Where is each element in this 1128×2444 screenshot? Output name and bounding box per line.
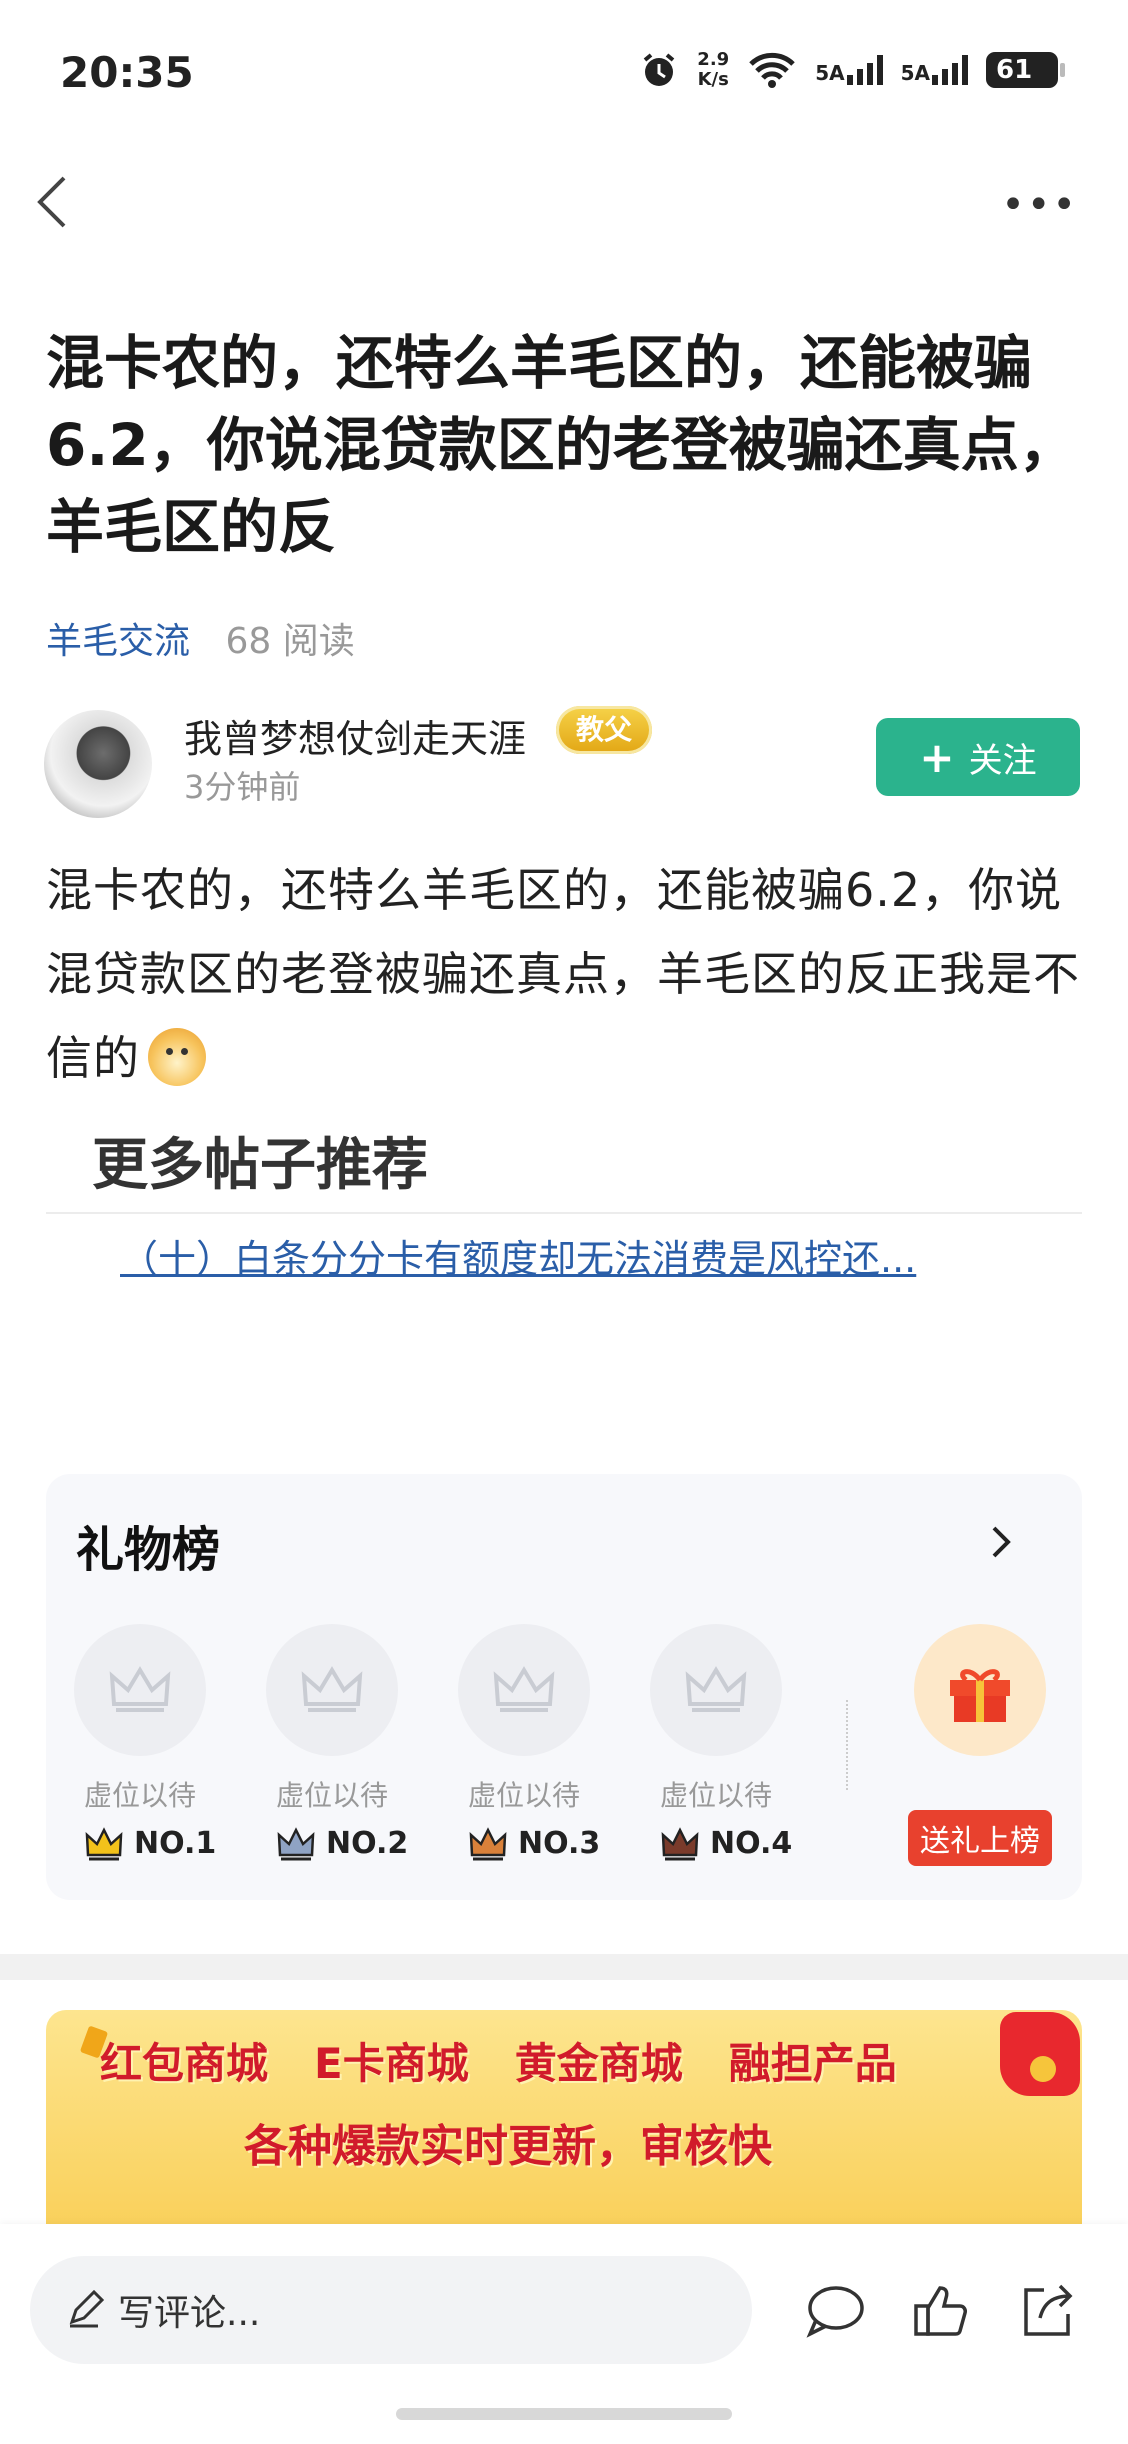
rank-label: NO.1 xyxy=(84,1826,216,1861)
read-count: 68 阅读 xyxy=(225,621,355,662)
crown-icon xyxy=(301,1666,363,1712)
gift-button[interactable] xyxy=(914,1624,1046,1756)
gift-slot[interactable]: 虚位以待 xyxy=(458,1624,590,1814)
signal-icon: 5A xyxy=(901,55,968,85)
comment-icon[interactable] xyxy=(804,2280,866,2342)
banner-item: 黄金商城 xyxy=(514,2039,683,2088)
rank-crown-icon xyxy=(661,1826,699,1860)
empty-slot-avatar xyxy=(650,1624,782,1756)
post-meta: 羊毛交流 68 阅读 xyxy=(46,612,355,664)
crown-icon xyxy=(109,1666,171,1712)
section-separator xyxy=(0,1954,1128,1980)
gift-slot[interactable]: 虚位以待 xyxy=(74,1624,206,1814)
slot-placeholder: 虚位以待 xyxy=(83,1779,196,1812)
mascot-icon xyxy=(1000,2012,1080,2096)
banner-item: 融担产品 xyxy=(728,2039,897,2088)
empty-slot-avatar xyxy=(266,1624,398,1756)
post-time: 3分钟前 xyxy=(184,768,301,806)
battery-icon: 61 xyxy=(986,52,1065,88)
follow-button[interactable]: + 关注 xyxy=(876,718,1080,796)
rank-crown-icon xyxy=(469,1826,507,1860)
wifi-icon xyxy=(749,52,795,88)
author-name[interactable]: 我曾梦想仗剑走天涯 xyxy=(184,708,544,763)
like-icon[interactable] xyxy=(910,2280,972,2342)
banner-item: 红包商城 xyxy=(100,2039,269,2088)
divider xyxy=(46,1212,1082,1214)
gift-icon xyxy=(950,1669,1010,1722)
net-speed: 2.9 K/s xyxy=(697,49,730,90)
crown-icon xyxy=(493,1666,555,1712)
recommend-link[interactable]: （十）白条分分卡有额度却无法消费是风控还... xyxy=(120,1228,1020,1283)
share-icon[interactable] xyxy=(1016,2280,1078,2342)
chevron-right-icon[interactable] xyxy=(986,1522,1016,1562)
crown-icon xyxy=(685,1666,747,1712)
rank-label: NO.4 xyxy=(660,1826,792,1861)
rank-label: NO.2 xyxy=(276,1826,408,1861)
post-title: 混卡农的，还特么羊毛区的，还能被骗6.2，你说混贷款区的老登被骗还真点，羊毛区的… xyxy=(46,329,1077,561)
plus-icon: + xyxy=(919,732,955,782)
rank-crown-icon xyxy=(277,1826,315,1860)
gift-slot[interactable]: 虚位以待 xyxy=(266,1624,398,1814)
post-body: 混卡农的，还特么羊毛区的，还能被骗6.2，你说混贷款区的老登被骗还真点，羊毛区的… xyxy=(46,863,1080,1086)
separator xyxy=(846,1700,850,1790)
slot-placeholder: 虚位以待 xyxy=(275,1779,388,1812)
slot-placeholder: 虚位以待 xyxy=(659,1779,772,1812)
rank-label: NO.3 xyxy=(468,1826,600,1861)
category-link[interactable]: 羊毛交流 xyxy=(46,621,190,662)
back-icon[interactable] xyxy=(28,172,78,232)
home-indicator[interactable] xyxy=(396,2408,732,2420)
banner-subtitle: 各种爆款实时更新，审核快 xyxy=(244,2121,772,2172)
send-gift-button[interactable]: 送礼上榜 xyxy=(908,1810,1052,1866)
slot-placeholder: 虚位以待 xyxy=(467,1779,580,1812)
status-time: 20:35 xyxy=(60,48,194,97)
comment-input[interactable]: 写评论... xyxy=(30,2256,752,2364)
more-icon[interactable]: ••• xyxy=(1001,185,1078,225)
author-badge: 教父 xyxy=(556,706,653,754)
pen-icon xyxy=(69,2290,104,2328)
dog-emoji-icon xyxy=(148,1028,206,1086)
recommend-title: 更多帖子推荐 xyxy=(92,1133,428,1198)
gift-slot[interactable]: 虚位以待 xyxy=(650,1624,782,1814)
empty-slot-avatar xyxy=(74,1624,206,1756)
rank-crown-icon xyxy=(85,1826,123,1860)
banner-item: E卡商城 xyxy=(314,2039,469,2088)
status-icons: 2.9 K/s 5A 5A 61 xyxy=(639,49,1065,90)
avatar[interactable] xyxy=(44,710,152,818)
signal-icon: 5A xyxy=(815,55,883,85)
alarm-icon xyxy=(644,53,675,86)
banner-items: 红包商城 E卡商城 黄金商城 融担产品 xyxy=(100,2030,897,2091)
empty-slot-avatar xyxy=(458,1624,590,1756)
gift-board-title: 礼物榜 xyxy=(76,1522,221,1578)
